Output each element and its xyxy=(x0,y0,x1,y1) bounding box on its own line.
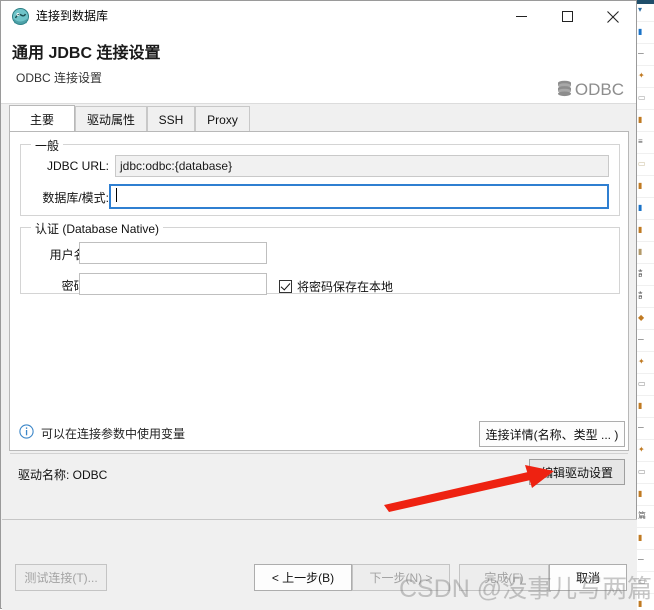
dialog-titlebar[interactable]: 连接到数据库 xyxy=(1,1,636,32)
connect-to-database-dialog: 连接到数据库 通用 JDBC 连接设置 ODBC 连接设置 ODBC 主要 驱动… xyxy=(0,0,652,610)
connection-details-button[interactable]: 连接详情(名称、类型 ... ) xyxy=(479,421,625,447)
tab-content-panel: 一般 JDBC URL: jdbc:odbc:{database} 数据库/模式… xyxy=(9,131,629,451)
close-button[interactable] xyxy=(590,1,636,32)
background-list-item: ─ xyxy=(636,550,654,572)
test-connection-button[interactable]: 测试连接(T)... xyxy=(15,564,107,591)
username-input[interactable] xyxy=(79,242,267,264)
background-list-item: ▭ xyxy=(636,572,654,594)
background-list-item: ▭ xyxy=(636,88,654,110)
background-list-item: ✦ xyxy=(636,352,654,374)
tab-main[interactable]: 主要 xyxy=(9,105,75,132)
odbc-brand-text: ODBC xyxy=(574,80,624,99)
tab-ssh[interactable]: SSH xyxy=(147,106,195,132)
odbc-brand-logo: ODBC xyxy=(557,80,624,100)
authentication-groupbox: 认证 (Database Native) 用户名: 密码: 将密码保存在本地 xyxy=(20,220,620,295)
page-title: 通用 JDBC 连接设置 xyxy=(12,45,161,62)
database-schema-input[interactable] xyxy=(109,184,609,209)
background-list-item: ▮ xyxy=(636,594,654,610)
tab-driver-properties[interactable]: 驱动属性 xyxy=(75,106,147,132)
background-list-item: ▮ xyxy=(636,242,654,264)
page-subtitle: ODBC 连接设置 xyxy=(16,71,103,85)
background-list-item: ▮ xyxy=(636,484,654,506)
text-caret xyxy=(116,188,117,202)
variables-hint-row: 可以在连接参数中使用变量 xyxy=(19,424,185,442)
save-password-label: 将密码保存在本地 xyxy=(297,280,394,294)
variables-hint-text: 可以在连接参数中使用变量 xyxy=(41,426,186,441)
background-list-item: ◆ xyxy=(636,308,654,330)
minimize-button[interactable] xyxy=(498,1,544,32)
background-tree-panel: ▾ ▮ ─ ✦ ▭ ▮ ≡ ▭ ▮ ▮ ▮ ▮ 訁 訁 ◆ ─ ✦ ▭ ▮ ─ … xyxy=(635,0,654,610)
tabstrip: 主要 驱动属性 SSH Proxy xyxy=(9,105,629,132)
background-list-item: 訁 xyxy=(636,286,654,308)
general-group-legend: 一般 xyxy=(31,137,64,154)
background-list-item: ─ xyxy=(636,330,654,352)
dialog-title: 连接到数据库 xyxy=(36,9,109,23)
driver-name-label: 驱动名称: ODBC xyxy=(18,468,108,482)
tab-proxy[interactable]: Proxy xyxy=(195,106,250,132)
password-input[interactable] xyxy=(79,273,267,295)
maximize-button[interactable] xyxy=(544,1,590,32)
dialog-header: 通用 JDBC 连接设置 ODBC 连接设置 ODBC xyxy=(1,32,636,104)
background-list-item: 篇 xyxy=(636,506,654,528)
background-list-item: ▮ xyxy=(636,22,654,44)
next-button[interactable]: 下一步(N) > xyxy=(352,564,450,591)
cancel-button[interactable]: 取消 xyxy=(549,564,627,591)
general-groupbox: 一般 JDBC URL: jdbc:odbc:{database} 数据库/模式… xyxy=(20,137,620,216)
background-list-item: ▮ xyxy=(636,176,654,198)
background-list-item: ▭ xyxy=(636,374,654,396)
authentication-group-legend: 认证 (Database Native) xyxy=(31,220,164,237)
dbeaver-app-icon xyxy=(12,8,29,25)
background-list-item: ✦ xyxy=(636,66,654,88)
background-list-item: ▮ xyxy=(636,198,654,220)
background-list-item: ▮ xyxy=(636,110,654,132)
dialog-footer: 测试连接(T)... < 上一步(B) 下一步(N) > 完成(F) 取消 xyxy=(2,519,637,610)
background-list-item: ▭ xyxy=(636,154,654,176)
section-divider xyxy=(10,453,628,454)
previous-button[interactable]: < 上一步(B) xyxy=(254,564,352,591)
background-list-item: ▮ xyxy=(636,528,654,550)
background-list-item: ─ xyxy=(636,418,654,440)
jdbc-url-input[interactable]: jdbc:odbc:{database} xyxy=(115,155,609,177)
finish-button[interactable]: 完成(F) xyxy=(459,564,549,591)
background-list-item: 訁 xyxy=(636,264,654,286)
edit-driver-settings-button[interactable]: 编辑驱动设置 xyxy=(529,459,625,485)
background-list-item: ✦ xyxy=(636,440,654,462)
background-list-item: ▾ xyxy=(636,0,654,22)
info-circle-icon xyxy=(19,424,34,442)
database-cylinder-icon xyxy=(557,80,572,100)
jdbc-url-label: JDBC URL: xyxy=(46,159,109,173)
background-list-item: ▭ xyxy=(636,462,654,484)
background-list-item: ▮ xyxy=(636,220,654,242)
background-list-item: ≡ xyxy=(636,132,654,154)
save-password-checkbox-row[interactable]: 将密码保存在本地 xyxy=(279,278,393,295)
save-password-checkbox[interactable] xyxy=(279,280,292,293)
background-list-item: ▮ xyxy=(636,396,654,418)
background-list-item: ─ xyxy=(636,44,654,66)
database-schema-label: 数据库/模式: xyxy=(42,191,109,205)
